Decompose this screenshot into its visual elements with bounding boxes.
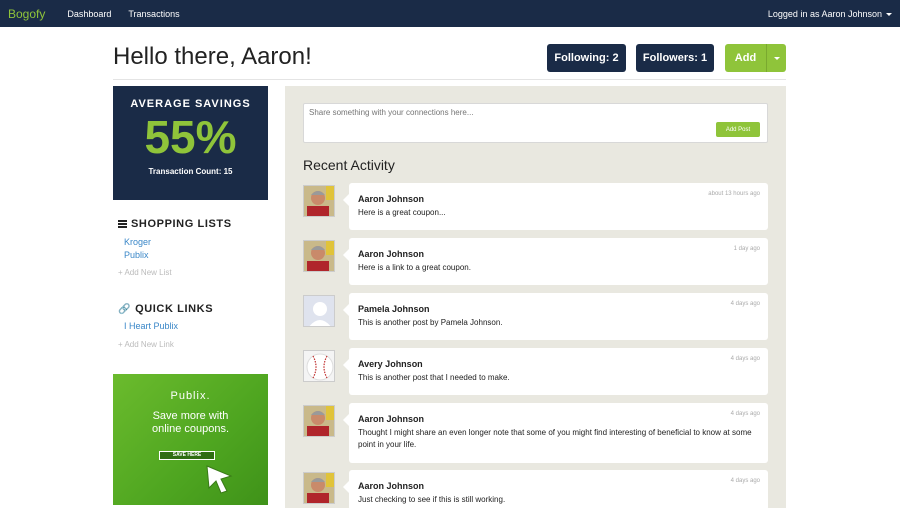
nav-dashboard[interactable]: Dashboard [67, 9, 111, 19]
transaction-count: Transaction Count: 15 [148, 167, 233, 176]
add-button[interactable]: Add [725, 44, 786, 72]
post-timestamp: 1 day ago [733, 246, 760, 252]
shopping-list-kroger[interactable]: Kroger [124, 237, 151, 247]
ad-headline: Save more with online coupons. [113, 410, 268, 436]
add-dropdown-toggle[interactable] [766, 44, 786, 72]
ad-brand: Publix. [170, 390, 211, 402]
post-text: This is another post by Pamela Johnson. [358, 318, 503, 327]
ad-save-here-button[interactable]: SAVE HERE [159, 451, 215, 460]
share-box: Add Post [303, 103, 768, 143]
top-navbar: Bogofy Dashboard Transactions Logged in … [0, 0, 900, 27]
post-timestamp: 4 days ago [730, 478, 760, 484]
quick-links-title: QUICK LINKS [135, 303, 214, 315]
post-text: Just checking to see if this is still wo… [358, 495, 506, 504]
post-author[interactable]: Aaron Johnson [358, 249, 759, 259]
list-icon [118, 220, 127, 228]
post-card: Aaron Johnson Thought I might share an ev… [343, 403, 768, 463]
publix-ad-banner[interactable]: Publix. Save more with online coupons. S… [113, 374, 268, 505]
share-input[interactable] [309, 108, 709, 117]
post-text: Here is a link to a great coupon. [358, 263, 471, 272]
brand-logo[interactable]: Bogofy [8, 7, 45, 21]
recent-activity-title: Recent Activity [303, 157, 395, 173]
post-author[interactable]: Pamela Johnson [358, 304, 759, 314]
shopping-list-publix[interactable]: Publix [124, 250, 149, 260]
avatar[interactable] [303, 350, 335, 382]
post-author[interactable]: Avery Johnson [358, 359, 759, 369]
shopping-lists-heading: SHOPPING LISTS [118, 218, 232, 230]
page-greeting: Hello there, Aaron! [113, 43, 312, 70]
post-timestamp: 4 days ago [730, 356, 760, 362]
add-new-link-link[interactable]: + Add New Link [118, 340, 174, 349]
post-author[interactable]: Aaron Johnson [358, 414, 759, 424]
user-menu-label: Logged in as Aaron Johnson [767, 8, 882, 19]
avatar[interactable] [303, 240, 335, 272]
caret-down-icon [886, 12, 892, 16]
activity-feed: Add Post Recent Activity Aaron Johnson He… [285, 86, 786, 508]
post-author[interactable]: Aaron Johnson [358, 481, 759, 491]
add-new-list-label: Add New List [124, 268, 172, 277]
caret-down-icon [773, 57, 780, 60]
header-divider [113, 79, 786, 80]
following-button[interactable]: Following: 2 [547, 44, 626, 72]
quick-links-heading: 🔗 QUICK LINKS [118, 303, 213, 315]
cursor-arrow-icon [206, 465, 233, 494]
post-text: Here is a great coupon... [358, 208, 446, 217]
ad-line-1: Save more with [152, 410, 229, 422]
post-timestamp: 4 days ago [730, 301, 760, 307]
post-card: Aaron Johnson Here is a great coupon... ab… [343, 183, 768, 230]
savings-title: AVERAGE SAVINGS [130, 98, 251, 110]
followers-button[interactable]: Followers: 1 [636, 44, 714, 72]
avatar[interactable] [303, 405, 335, 437]
post-card: Pamela Johnson This is another post by Pa… [343, 293, 768, 340]
post-author[interactable]: Aaron Johnson [358, 194, 759, 204]
post-card: Avery Johnson This is another post that I… [343, 348, 768, 395]
add-new-list-link[interactable]: + Add New List [118, 268, 172, 277]
avatar[interactable] [303, 472, 335, 504]
post-card: Aaron Johnson Just checking to see if thi… [343, 470, 768, 508]
add-post-button[interactable]: Add Post [716, 122, 760, 137]
nav-transactions[interactable]: Transactions [128, 9, 179, 19]
avatar[interactable] [303, 185, 335, 217]
post-text: Thought I might share an even longer not… [358, 428, 752, 449]
average-savings-panel: AVERAGE SAVINGS 55% Transaction Count: 1… [113, 86, 268, 200]
user-menu[interactable]: Logged in as Aaron Johnson [768, 9, 892, 19]
link-icon: 🔗 [118, 303, 132, 315]
post-timestamp: about 13 hours ago [708, 191, 760, 197]
add-new-link-label: Add New Link [124, 340, 174, 349]
shopping-lists-title: SHOPPING LISTS [131, 218, 232, 230]
avatar[interactable] [303, 295, 335, 327]
quick-link-i-heart-publix[interactable]: I Heart Publix [124, 321, 178, 331]
post-text: This is another post that I needed to ma… [358, 373, 510, 382]
post-card: Aaron Johnson Here is a link to a great c… [343, 238, 768, 285]
post-timestamp: 4 days ago [730, 411, 760, 417]
plus-icon: + [118, 268, 123, 277]
add-button-label: Add [734, 52, 757, 64]
savings-value: 55% [144, 111, 237, 163]
ad-line-2: online coupons. [151, 423, 230, 435]
plus-icon: + [118, 340, 123, 349]
